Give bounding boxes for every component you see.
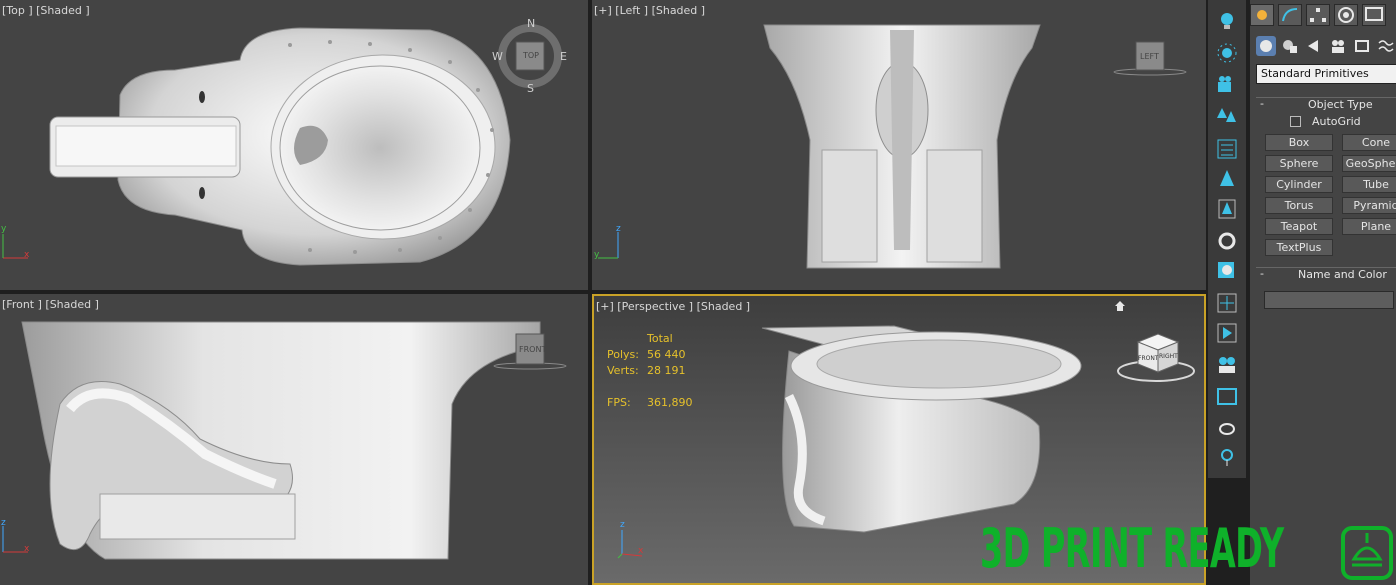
create-tab-icon[interactable] xyxy=(1250,4,1274,26)
viewport-label[interactable]: [Top ] [Shaded ] xyxy=(2,4,90,17)
autogrid-label: AutoGrid xyxy=(1312,115,1361,128)
stats-panel: Total Polys: 56 440 Verts: 28 191 FPS: 361,… xyxy=(607,332,693,412)
viewport-label[interactable]: [+] [Perspective ] [Shaded ] xyxy=(596,300,750,313)
rollout-title: Object Type xyxy=(1308,98,1373,111)
space-warps-icon[interactable] xyxy=(1376,36,1396,56)
display-icon[interactable] xyxy=(1216,386,1238,408)
printer-logo-icon xyxy=(1341,526,1393,580)
stats-verts-label: Verts: xyxy=(607,364,639,377)
rollout-collapse-icon[interactable]: - xyxy=(1260,267,1264,280)
viewcube-face-front: FRONT xyxy=(1138,355,1159,362)
axis-z-label: z xyxy=(1,518,6,528)
axis-tripod-icon xyxy=(2,526,28,553)
watermark-logo: 3D PRINT READY xyxy=(980,518,1396,585)
move-icon[interactable] xyxy=(1216,292,1238,314)
teapot-icon[interactable] xyxy=(1216,416,1238,438)
geosphere-button[interactable]: GeoSphere xyxy=(1342,155,1396,172)
viewcube-face-top: TOP xyxy=(523,51,540,60)
pyramid-button[interactable]: Pyramid xyxy=(1342,197,1396,214)
geometry-icon[interactable] xyxy=(1256,36,1276,56)
axis-y-label: y xyxy=(1,224,7,234)
viewport-label[interactable]: [+] [Left ] [Shaded ] xyxy=(594,4,705,17)
pine-icon[interactable] xyxy=(1216,198,1238,220)
axis-x-label: x xyxy=(24,544,30,554)
rollout-title: Name and Color xyxy=(1298,268,1387,281)
stats-fps-value: 361,890 xyxy=(647,396,693,409)
viewport-front[interactable]: [Front ] [Shaded ] FRONT z x xyxy=(0,294,588,585)
hierarchy-icon[interactable] xyxy=(1216,260,1238,282)
compass-e: E xyxy=(560,50,567,63)
viewcube-face-front: FRONT xyxy=(519,345,547,354)
home-icon[interactable] xyxy=(1114,300,1126,312)
cone-button[interactable]: Cone xyxy=(1342,134,1396,151)
stats-polys-value: 56 440 xyxy=(647,348,686,361)
box-button[interactable]: Box xyxy=(1265,134,1333,151)
foliage-icon[interactable] xyxy=(1216,106,1238,128)
create-toolbar xyxy=(1208,0,1246,478)
stats-polys-label: Polys: xyxy=(607,348,639,361)
hierarchy-tab-icon[interactable] xyxy=(1306,4,1330,26)
textplus-button[interactable]: TextPlus xyxy=(1265,239,1333,256)
axis-z-label: z xyxy=(616,224,621,234)
viewport-label[interactable]: [Front ] [Shaded ] xyxy=(2,298,99,311)
cylinder-button[interactable]: Cylinder xyxy=(1265,176,1333,193)
torus-button[interactable]: Torus xyxy=(1265,197,1333,214)
light-bulb-icon[interactable] xyxy=(1216,10,1238,32)
lights-icon[interactable] xyxy=(1304,36,1324,56)
axis-tripod-icon xyxy=(598,232,619,259)
viewcube-face-right: RIGHT xyxy=(1159,353,1178,360)
stats-fps-label: FPS: xyxy=(607,396,631,409)
tree-icon[interactable] xyxy=(1216,168,1238,190)
primitives-dropdown[interactable]: Standard Primitives xyxy=(1256,64,1396,84)
axis-y-label: y xyxy=(594,250,600,260)
watermark-text: 3D PRINT READY xyxy=(980,517,1284,580)
motion-tab-icon[interactable] xyxy=(1334,4,1358,26)
rollout-collapse-icon[interactable]: - xyxy=(1260,97,1264,110)
stats-header: Total xyxy=(647,332,673,345)
render-setup-icon[interactable] xyxy=(1216,354,1238,376)
compass-n: N xyxy=(527,17,536,30)
rotate-icon[interactable] xyxy=(1216,230,1238,252)
teapot-button[interactable]: Teapot xyxy=(1265,218,1333,235)
name-and-color-rollout[interactable]: - Name and Color xyxy=(1256,267,1396,282)
cameras-icon[interactable] xyxy=(1328,36,1348,56)
play-icon[interactable] xyxy=(1216,322,1238,344)
compass-s: S xyxy=(527,82,534,95)
helpers-icon[interactable] xyxy=(1352,36,1372,56)
utility-bulb-icon[interactable] xyxy=(1216,446,1238,468)
command-panel-tabs xyxy=(1250,4,1386,28)
shapes-icon[interactable] xyxy=(1280,36,1300,56)
sphere-button[interactable]: Sphere xyxy=(1265,155,1333,172)
command-panel: Standard Primitives - Object Type AutoGr… xyxy=(1250,0,1396,585)
display-tab-icon[interactable] xyxy=(1362,4,1386,26)
axis-x-label: x xyxy=(638,546,644,556)
modify-tab-icon[interactable] xyxy=(1278,4,1302,26)
object-type-rollout[interactable]: - Object Type xyxy=(1256,97,1396,112)
axis-z-label: z xyxy=(620,520,625,530)
compass-w: W xyxy=(492,50,503,63)
tube-button[interactable]: Tube xyxy=(1342,176,1396,193)
object-name-field[interactable] xyxy=(1264,291,1394,309)
camera-icon[interactable] xyxy=(1216,74,1238,96)
sun-light-icon[interactable] xyxy=(1216,42,1238,64)
stats-verts-value: 28 191 xyxy=(647,364,686,377)
create-category-icons xyxy=(1256,36,1396,56)
stairs-icon[interactable] xyxy=(1216,138,1238,160)
autogrid-checkbox[interactable] xyxy=(1290,116,1301,127)
viewport-top[interactable]: [Top ] [Shaded ] N S E W TOP y x xyxy=(0,0,588,290)
axis-x-label: x xyxy=(24,250,30,260)
viewport-left[interactable]: [+] [Left ] [Shaded ] LEFT z y xyxy=(592,0,1206,290)
viewcube-face-left: LEFT xyxy=(1140,52,1159,61)
plane-button[interactable]: Plane xyxy=(1342,218,1396,235)
